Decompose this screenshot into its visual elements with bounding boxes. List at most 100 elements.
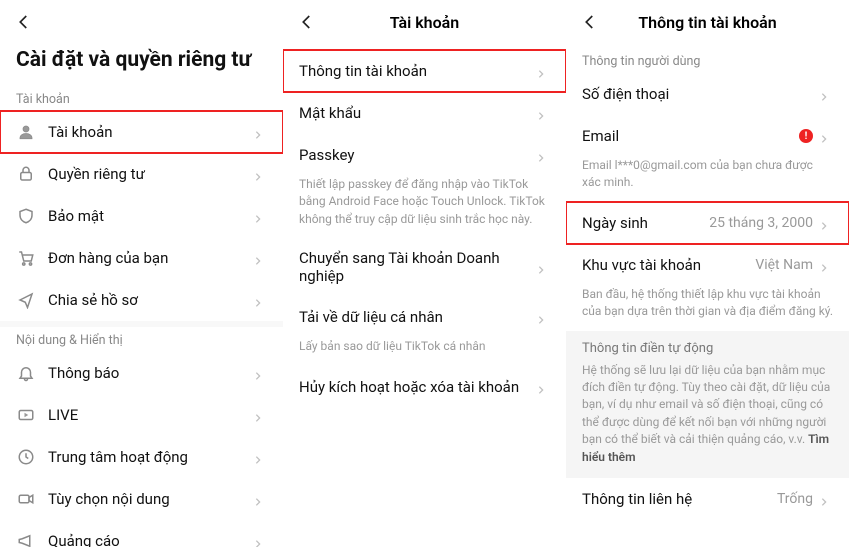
header	[0, 0, 283, 44]
row-contact-info[interactable]: Thông tin liên hệ Trống	[566, 478, 849, 520]
row-value: Việt Nam	[755, 257, 813, 273]
row-password[interactable]: Mật khẩu	[283, 92, 566, 134]
megaphone-icon	[16, 531, 36, 547]
chevron-right-icon	[536, 310, 550, 324]
autofill-title: Thông tin điền tự động	[582, 341, 833, 356]
person-icon	[16, 122, 36, 142]
back-button[interactable]	[295, 10, 319, 34]
back-button[interactable]	[12, 10, 36, 34]
email-subtext: Email l***0@gmail.com của bạn chưa được …	[566, 157, 849, 202]
download-subtext: Lấy bản sao dữ liệu TikTok cá nhân	[283, 338, 566, 365]
chevron-right-icon	[536, 260, 550, 274]
header: Tài khoản	[283, 0, 566, 44]
row-security[interactable]: Bảo mật	[0, 195, 283, 237]
row-label: Mật khẩu	[299, 104, 536, 122]
alert-icon: !	[799, 129, 813, 143]
chevron-right-icon	[819, 258, 833, 272]
row-label: Đơn hàng của bạn	[48, 249, 253, 267]
chevron-right-icon	[819, 492, 833, 506]
row-dob[interactable]: Ngày sinh 25 tháng 3, 2000	[566, 202, 849, 244]
row-share-profile[interactable]: Chia sẻ hồ sơ	[0, 279, 283, 321]
row-label: Email	[582, 127, 799, 145]
chevron-right-icon	[819, 129, 833, 143]
account-panel: Tài khoản Thông tin tài khoản Mật khẩu P…	[283, 0, 566, 547]
row-label: Ngày sinh	[582, 214, 709, 232]
chevron-right-icon	[253, 251, 267, 265]
back-arrow-icon	[298, 13, 316, 31]
cart-icon	[16, 248, 36, 268]
share-icon	[16, 290, 36, 310]
autofill-info-block: Thông tin điền tự động Hệ thống sẽ lưu l…	[566, 331, 849, 478]
section-label-content: Nội dung & Hiển thị	[0, 327, 283, 352]
row-label: Quảng cáo	[48, 532, 253, 547]
row-label: Passkey	[299, 146, 536, 164]
account-info-panel: Thông tin tài khoản Thông tin người dùng…	[566, 0, 849, 547]
chevron-right-icon	[253, 366, 267, 380]
chevron-right-icon	[253, 450, 267, 464]
back-button[interactable]	[578, 10, 602, 34]
video-icon	[16, 489, 36, 509]
chevron-right-icon	[253, 167, 267, 181]
row-label: Chia sẻ hồ sơ	[48, 291, 253, 309]
chevron-right-icon	[253, 492, 267, 506]
row-content-prefs[interactable]: Tùy chọn nội dung	[0, 478, 283, 520]
row-value: Trống	[777, 491, 813, 507]
shield-icon	[16, 206, 36, 226]
row-value: 25 tháng 3, 2000	[709, 215, 813, 231]
row-label: Tải về dữ liệu cá nhân	[299, 308, 536, 326]
row-account-info[interactable]: Thông tin tài khoản	[283, 50, 566, 92]
settings-panel: Cài đặt và quyền riêng tư Tài khoản Tài …	[0, 0, 283, 547]
chevron-right-icon	[819, 87, 833, 101]
live-icon	[16, 405, 36, 425]
row-label: Số điện thoại	[582, 85, 819, 103]
row-live[interactable]: LIVE	[0, 394, 283, 436]
row-label: LIVE	[48, 406, 253, 424]
row-privacy[interactable]: Quyền riêng tư	[0, 153, 283, 195]
page-title: Cài đặt và quyền riêng tư	[0, 44, 283, 86]
row-activity-center[interactable]: Trung tâm hoạt động	[0, 436, 283, 478]
header-title: Thông tin tài khoản	[566, 13, 849, 32]
row-label: Chuyển sang Tài khoản Doanh nghiệp	[299, 249, 536, 285]
chevron-right-icon	[536, 106, 550, 120]
row-phone[interactable]: Số điện thoại	[566, 73, 849, 115]
chevron-right-icon	[253, 125, 267, 139]
header: Thông tin tài khoản	[566, 0, 849, 44]
chevron-right-icon	[253, 293, 267, 307]
row-label: Trung tâm hoạt động	[48, 448, 253, 466]
chevron-right-icon	[536, 380, 550, 394]
row-account[interactable]: Tài khoản	[0, 111, 283, 153]
row-notifications[interactable]: Thông báo	[0, 352, 283, 394]
row-label: Khu vực tài khoản	[582, 256, 755, 274]
chevron-right-icon	[253, 209, 267, 223]
lock-icon	[16, 164, 36, 184]
row-label: Thông tin liên hệ	[582, 490, 777, 508]
passkey-subtext: Thiết lập passkey để đăng nhập vào TikTo…	[283, 176, 566, 238]
section-label-user: Thông tin người dùng	[566, 44, 849, 73]
row-label: Tài khoản	[48, 123, 253, 141]
row-email[interactable]: Email !	[566, 115, 849, 157]
row-deactivate[interactable]: Hủy kích hoạt hoặc xóa tài khoản	[283, 366, 566, 408]
chevron-right-icon	[536, 64, 550, 78]
row-download-data[interactable]: Tải về dữ liệu cá nhân	[283, 296, 566, 338]
chevron-right-icon	[253, 534, 267, 547]
row-business[interactable]: Chuyển sang Tài khoản Doanh nghiệp	[283, 238, 566, 296]
bell-icon	[16, 363, 36, 383]
back-arrow-icon	[15, 13, 33, 31]
row-label: Thông báo	[48, 364, 253, 382]
row-passkey[interactable]: Passkey	[283, 134, 566, 176]
header-title: Tài khoản	[283, 13, 566, 32]
back-arrow-icon	[581, 13, 599, 31]
row-ads[interactable]: Quảng cáo	[0, 520, 283, 547]
row-label: Hủy kích hoạt hoặc xóa tài khoản	[299, 378, 536, 396]
row-region[interactable]: Khu vực tài khoản Việt Nam	[566, 244, 849, 286]
chevron-right-icon	[253, 408, 267, 422]
section-label-account: Tài khoản	[0, 86, 283, 111]
row-label: Thông tin tài khoản	[299, 62, 536, 80]
row-label: Quyền riêng tư	[48, 165, 253, 183]
row-label: Tùy chọn nội dung	[48, 490, 253, 508]
autofill-body: Hệ thống sẽ lưu lại dữ liệu của bạn nhằm…	[582, 362, 833, 466]
clock-icon	[16, 447, 36, 467]
chevron-right-icon	[536, 148, 550, 162]
row-orders[interactable]: Đơn hàng của bạn	[0, 237, 283, 279]
chevron-right-icon	[819, 216, 833, 230]
